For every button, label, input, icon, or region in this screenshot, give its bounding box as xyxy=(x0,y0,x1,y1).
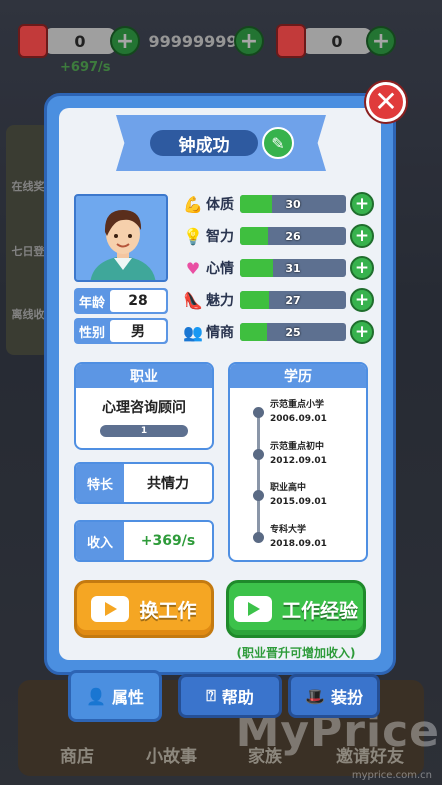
add-charm-button[interactable]: + xyxy=(350,288,374,312)
specialty-value: 共情力 xyxy=(147,476,189,492)
add-eq-button[interactable]: + xyxy=(350,320,374,344)
income-label: 收入 xyxy=(76,522,124,560)
stat-value: 25 xyxy=(285,325,301,339)
stat-eq: 👥 情商 25 + xyxy=(182,320,374,344)
stat-bar: 31 xyxy=(240,259,346,277)
add-constitution-button[interactable]: + xyxy=(350,192,374,216)
promotion-hint: (职业晋升可增加收入) xyxy=(236,646,356,660)
timeline-dot xyxy=(253,407,264,418)
help-icon: ⍰ xyxy=(206,686,216,705)
age-label: 年龄 xyxy=(78,295,105,311)
stat-label: 心情 xyxy=(206,261,234,277)
character-name: 钟成功 xyxy=(150,130,258,156)
stat-value: 30 xyxy=(285,197,301,211)
ticket-icon xyxy=(18,24,48,58)
work-experience-label: 工作经验 xyxy=(281,599,358,622)
stat-charm: 👠 魅力 27 + xyxy=(182,288,374,312)
stat-bar: 26 xyxy=(240,227,346,245)
edit-name-icon[interactable]: ✎ xyxy=(262,127,294,159)
work-experience-button[interactable]: 工作经验 xyxy=(226,580,366,638)
stat-bar: 25 xyxy=(240,323,346,341)
muscle-icon: 💪 xyxy=(183,194,203,214)
education-timeline xyxy=(257,410,260,538)
stat-bar: 27 xyxy=(240,291,346,309)
job-name: 心理咨询顾问 xyxy=(102,400,186,416)
stat-label: 情商 xyxy=(206,325,234,341)
timeline-dot xyxy=(253,532,264,543)
education-item: 专科大学 2018.09.01 xyxy=(270,525,327,549)
stat-value: 31 xyxy=(285,261,301,275)
tab-help-label: 帮助 xyxy=(221,688,254,707)
stat-value: 27 xyxy=(285,293,301,307)
age-value: 28 xyxy=(110,290,166,312)
high-heel-icon: 👠 xyxy=(183,290,203,310)
change-job-button[interactable]: 换工作 xyxy=(74,580,214,638)
red-envelope-icon xyxy=(276,24,306,58)
person-icon: 👤 xyxy=(86,686,106,706)
education-item: 示范重点小学 2006.09.01 xyxy=(270,400,327,424)
income-row: 收入 +369/s xyxy=(74,520,214,562)
specialty-label: 特长 xyxy=(76,464,124,502)
people-icon: 👥 xyxy=(183,322,203,342)
hat-icon: 🎩 xyxy=(305,686,325,706)
education-item: 职业高中 2015.09.01 xyxy=(270,483,327,507)
education-item: 示范重点初中 2012.09.01 xyxy=(270,442,327,466)
job-card: 职业 心理咨询顾问 1 xyxy=(74,362,214,450)
job-level: 1 xyxy=(100,425,188,437)
watermark-url: myprice.com.cn xyxy=(351,770,432,781)
gender-row: 性别 男 xyxy=(74,318,168,344)
video-icon xyxy=(233,596,272,622)
stat-bar: 30 xyxy=(240,195,346,213)
close-icon[interactable]: ✕ xyxy=(366,82,406,122)
stat-mood: ♥ 心情 31 + xyxy=(182,256,374,280)
heart-icon: ♥ xyxy=(185,258,201,278)
stat-label: 智力 xyxy=(206,229,234,245)
tab-attributes[interactable]: 👤 属性 xyxy=(68,670,162,722)
tab-help[interactable]: ⍰ 帮助 xyxy=(178,674,282,718)
stat-constitution: 💪 体质 30 + xyxy=(182,192,374,216)
stat-value: 26 xyxy=(285,229,301,243)
tab-attributes-label: 属性 xyxy=(111,688,144,707)
tab-dress-up-label: 装扮 xyxy=(330,688,363,707)
add-intelligence-button[interactable]: + xyxy=(350,224,374,248)
gender-label: 性别 xyxy=(78,325,105,341)
stat-intelligence: 💡 智力 26 + xyxy=(182,224,374,248)
timeline-dot xyxy=(253,449,264,460)
video-icon xyxy=(91,596,130,622)
education-card-title: 学历 xyxy=(230,364,366,388)
job-card-title: 职业 xyxy=(76,364,212,388)
change-job-label: 换工作 xyxy=(139,599,197,622)
stat-label: 魅力 xyxy=(206,293,234,309)
specialty-row: 特长 共情力 xyxy=(74,462,214,504)
tab-dress-up[interactable]: 🎩 装扮 xyxy=(288,674,380,718)
gender-value: 男 xyxy=(110,320,166,342)
character-avatar xyxy=(74,194,168,282)
income-value: +369/s xyxy=(140,533,196,549)
age-row: 年龄 28 xyxy=(74,288,168,314)
stat-label: 体质 xyxy=(206,197,234,213)
timeline-dot xyxy=(253,490,264,501)
lightbulb-icon: 💡 xyxy=(183,226,203,246)
add-mood-button[interactable]: + xyxy=(350,256,374,280)
